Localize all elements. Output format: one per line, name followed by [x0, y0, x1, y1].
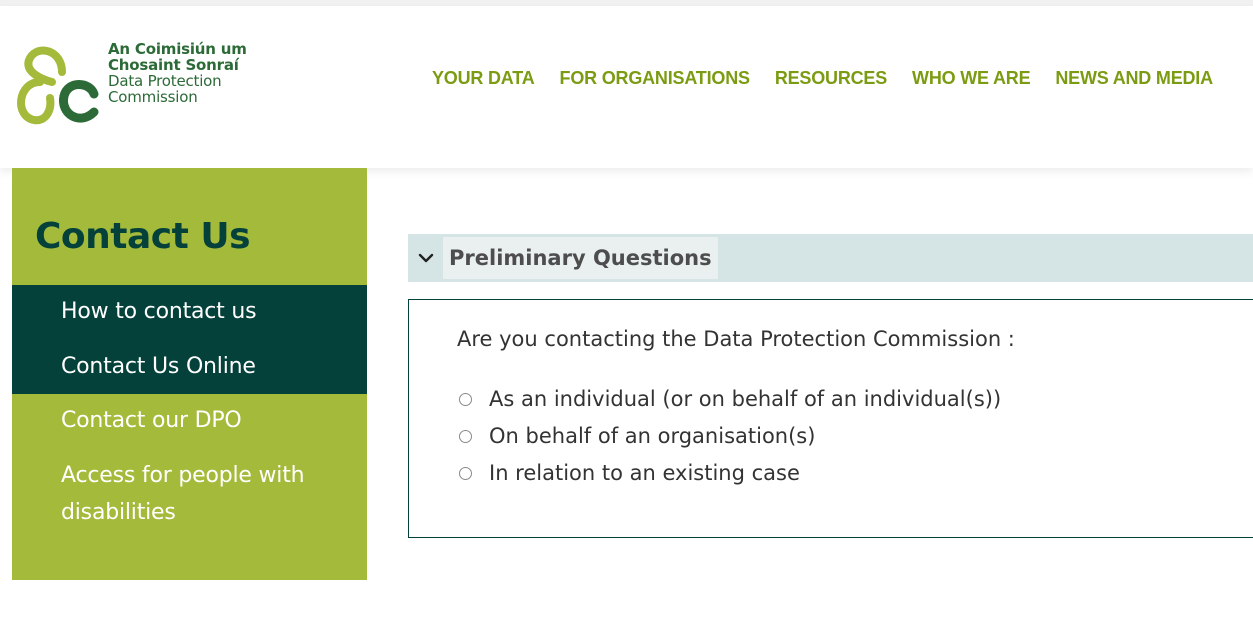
logo-line-4: Commission [108, 88, 198, 106]
sidebar-item-how-to-contact[interactable]: How to contact us [61, 294, 257, 330]
sidebar-item-accessibility[interactable]: Access for people with [61, 458, 305, 494]
option-individual-label: As an individual (or on behalf of an ind… [489, 387, 1002, 411]
logo-line-3: Data Protection [108, 72, 222, 90]
site-header: An Coimisiún um Chosaint Sonraí Data Pro… [0, 6, 1253, 168]
dpc-logo-icon [17, 46, 99, 125]
section-header[interactable]: Preliminary Questions [408, 234, 1253, 282]
section-title: Preliminary Questions [443, 237, 718, 279]
nav-news-and-media[interactable]: NEWS AND MEDIA [1055, 68, 1213, 89]
sidebar-item-accessibility-line2[interactable]: disabilities [61, 495, 176, 531]
question-panel: Are you contacting the Data Protection C… [408, 299, 1253, 538]
radio-organisation[interactable] [459, 429, 472, 443]
nav-your-data[interactable]: YOUR DATA [432, 68, 535, 89]
option-existing-case[interactable]: In relation to an existing case [459, 456, 800, 490]
site-logo[interactable]: An Coimisiún um Chosaint Sonraí Data Pro… [10, 38, 280, 128]
option-existing-case-label: In relation to an existing case [489, 461, 800, 485]
sidebar-item-contact-online[interactable]: Contact Us Online [61, 349, 256, 385]
option-organisation-label: On behalf of an organisation(s) [489, 424, 816, 448]
logo-line-1: An Coimisiún um [108, 40, 247, 58]
nav-for-organisations[interactable]: FOR ORGANISATIONS [560, 68, 750, 89]
question-text: Are you contacting the Data Protection C… [457, 327, 1015, 351]
logo-line-2: Chosaint Sonraí [108, 56, 239, 74]
chevron-down-icon [418, 253, 434, 263]
option-individual[interactable]: As an individual (or on behalf of an ind… [459, 382, 1001, 416]
sidebar-title: Contact Us [35, 216, 251, 257]
nav-who-we-are[interactable]: WHO WE ARE [912, 68, 1031, 89]
radio-existing-case[interactable] [459, 466, 472, 480]
option-organisation[interactable]: On behalf of an organisation(s) [459, 419, 815, 453]
logo-wordmark: An Coimisiún um Chosaint Sonraí Data Pro… [108, 41, 247, 105]
radio-individual[interactable] [459, 392, 472, 406]
sidebar-item-contact-dpo[interactable]: Contact our DPO [61, 403, 242, 439]
sidebar: Contact Us How to contact us Contact Us … [12, 168, 367, 580]
nav-resources[interactable]: RESOURCES [775, 68, 887, 89]
main-nav: YOUR DATA FOR ORGANISATIONS RESOURCES WH… [432, 68, 1213, 89]
